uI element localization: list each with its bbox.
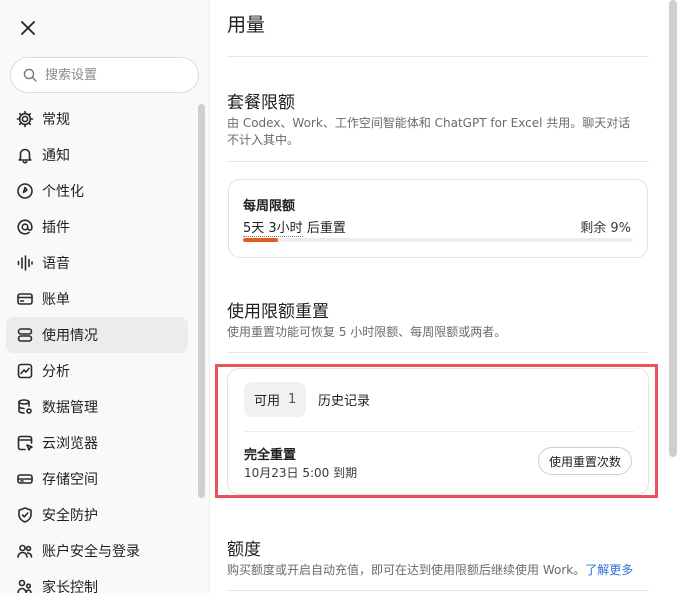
sidebar-item-storage[interactable]: 存储空间 xyxy=(6,461,188,497)
card-icon xyxy=(16,290,34,308)
divider xyxy=(227,161,649,162)
usage-reset-description: 使用重置功能可恢复 5 小时限额、每周限额或两者。 xyxy=(227,325,507,339)
database-icon xyxy=(16,398,34,416)
reset-duration[interactable]: 5天 3小时 xyxy=(243,221,303,237)
usage-reset-title: 使用限额重置 xyxy=(227,302,329,322)
sidebar-item-plugins[interactable]: 插件 xyxy=(6,209,188,245)
close-button[interactable] xyxy=(16,16,40,40)
sidebar-item-label: 语音 xyxy=(42,256,70,272)
plan-limits-title: 套餐限额 xyxy=(227,93,295,113)
sidebar-item-billing[interactable]: 账单 xyxy=(6,281,188,317)
bell-icon xyxy=(16,146,34,164)
sidebar-item-label: 使用情况 xyxy=(42,328,98,344)
sidebar-item-usage[interactable]: 使用情况 xyxy=(6,317,188,353)
learn-more-link[interactable]: 了解更多 xyxy=(585,563,633,577)
weekly-limit-card: 每周限额 5天 3小时 后重置 剩余 9% xyxy=(228,179,648,258)
gear-icon xyxy=(16,110,34,128)
sidebar-item-personalization[interactable]: 个性化 xyxy=(6,173,188,209)
reset-suffix: 后重置 xyxy=(302,221,346,236)
people-icon xyxy=(16,542,34,560)
page-title: 用量 xyxy=(227,14,266,36)
chart-icon xyxy=(16,362,34,380)
main-scrollbar[interactable] xyxy=(669,0,677,457)
sidebar-item-label: 账单 xyxy=(42,292,70,308)
divider xyxy=(227,352,649,353)
divider xyxy=(227,590,649,591)
settings-sidebar: 常规 通知 个性化 插件 语音 账单 使用情况 分析 xyxy=(0,0,210,593)
sidebar-item-label: 数据管理 xyxy=(42,400,98,416)
sidebar-item-label: 通知 xyxy=(42,148,70,164)
sidebar-scrollbar[interactable] xyxy=(198,104,205,498)
tab-history[interactable]: 历史记录 xyxy=(318,382,370,417)
tab-available-label: 可用 xyxy=(254,394,281,409)
sidebar-item-label: 常规 xyxy=(42,112,70,128)
browser-icon xyxy=(16,434,34,452)
divider xyxy=(244,431,634,432)
sidebar-item-cloud-browser[interactable]: 云浏览器 xyxy=(6,425,188,461)
shield-icon xyxy=(16,506,34,524)
at-icon xyxy=(16,218,34,236)
search-icon xyxy=(23,68,37,82)
weekly-usage-bar xyxy=(243,238,633,242)
storage-icon xyxy=(16,470,34,488)
sidebar-item-label: 账户安全与登录 xyxy=(42,544,140,560)
waveform-icon xyxy=(16,254,34,272)
plan-limits-description: 由 Codex、Work、工作空间智能体和 ChatGPT for Excel … xyxy=(227,116,631,147)
credits-description-text: 购买额度或开启自动充值，即可在达到使用限额后继续使用 Work。 xyxy=(227,563,586,577)
full-reset-title: 完全重置 xyxy=(244,448,297,463)
sidebar-item-general[interactable]: 常规 xyxy=(6,101,188,137)
sidebar-item-label: 存储空间 xyxy=(42,472,98,488)
sidebar-item-data-management[interactable]: 数据管理 xyxy=(6,389,188,425)
tab-available[interactable]: 可用 1 xyxy=(244,382,307,417)
search-input[interactable] xyxy=(45,67,185,83)
weekly-limit-label: 每周限额 xyxy=(243,199,296,214)
remaining-percent: 剩余 9% xyxy=(580,221,631,236)
usage-panel: 用量 套餐限额 由 Codex、Work、工作空间智能体和 ChatGPT fo… xyxy=(211,0,680,593)
usage-icon xyxy=(16,326,34,344)
available-count: 1 xyxy=(288,392,297,407)
sidebar-item-label: 家长控制 xyxy=(42,580,98,593)
reset-box: 可用 1 历史记录 完全重置 10月23日 5:00 到期 使用重置次数 xyxy=(227,368,649,495)
sidebar-item-analytics[interactable]: 分析 xyxy=(6,353,188,389)
sidebar-item-label: 云浏览器 xyxy=(42,436,98,452)
settings-nav: 常规 通知 个性化 插件 语音 账单 使用情况 分析 数据管理 云浏览器 存储空… xyxy=(6,101,188,593)
search-box[interactable] xyxy=(10,57,199,93)
weekly-usage-bar-fill xyxy=(243,238,279,242)
use-reset-button[interactable]: 使用重置次数 xyxy=(537,447,632,475)
weekly-reset-text: 5天 3小时 后重置 xyxy=(243,217,346,237)
sidebar-item-voice[interactable]: 语音 xyxy=(6,245,188,281)
sidebar-item-account-security[interactable]: 账户安全与登录 xyxy=(6,533,188,569)
sidebar-item-label: 安全防护 xyxy=(42,508,98,524)
sidebar-item-label: 个性化 xyxy=(42,184,84,200)
sidebar-item-notifications[interactable]: 通知 xyxy=(6,137,188,173)
sidebar-item-label: 插件 xyxy=(42,220,70,236)
parent-icon xyxy=(16,578,34,593)
credits-title: 额度 xyxy=(227,540,261,560)
sidebar-item-label: 分析 xyxy=(42,364,70,380)
close-icon xyxy=(21,21,35,35)
credits-description: 购买额度或开启自动充值，即可在达到使用限额后继续使用 Work。了解更多 xyxy=(227,562,657,579)
divider xyxy=(227,56,649,57)
palette-icon xyxy=(16,182,34,200)
full-reset-expiry: 10月23日 5:00 到期 xyxy=(244,466,358,480)
sidebar-item-parental-controls[interactable]: 家长控制 xyxy=(6,569,188,593)
sidebar-item-security[interactable]: 安全防护 xyxy=(6,497,188,533)
